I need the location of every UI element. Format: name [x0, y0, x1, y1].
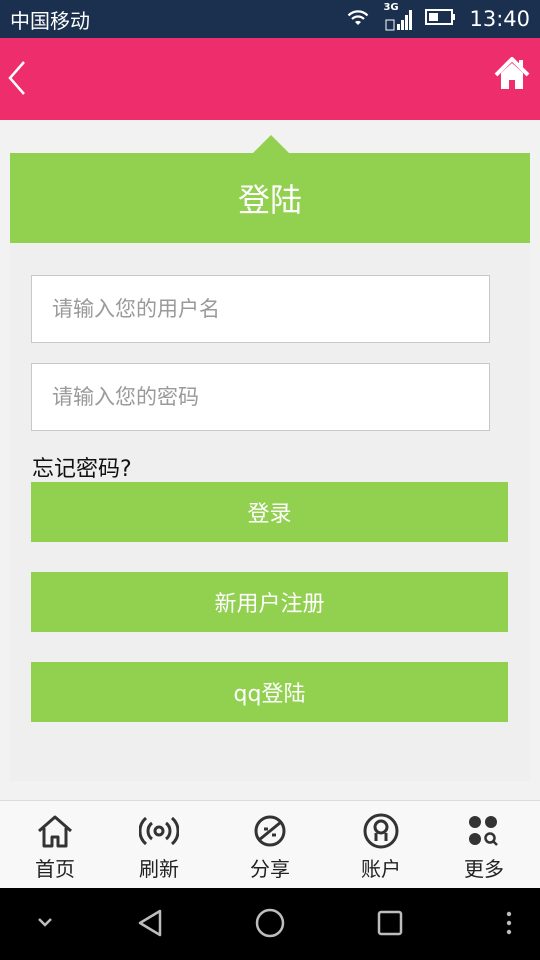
home-icon: [494, 57, 530, 89]
back-triangle-icon[interactable]: [136, 908, 164, 938]
tab-home[interactable]: 首页: [10, 801, 100, 889]
network-type-label: 3G: [383, 2, 399, 13]
login-card: 登陆 忘记密码? 登录 新用户注册 qq登陆: [10, 135, 530, 781]
tab-label: 刷新: [139, 857, 179, 881]
tab-label: 账户: [361, 857, 401, 881]
status-bar: 中国移动 3G 13:40: [0, 0, 540, 38]
forgot-password-link[interactable]: 忘记密码?: [32, 451, 132, 483]
tab-label: 分享: [250, 857, 290, 881]
tab-account[interactable]: 账户: [336, 801, 426, 889]
battery-icon: [425, 7, 457, 31]
recents-square-icon[interactable]: [376, 909, 404, 937]
more-icon: [469, 816, 498, 846]
tab-label: 首页: [35, 857, 75, 881]
home-circle-icon[interactable]: [254, 907, 286, 939]
back-button[interactable]: [4, 56, 34, 100]
overflow-dots-icon[interactable]: [504, 910, 514, 936]
tab-label: 更多: [464, 857, 504, 881]
clock-time: 13:40: [469, 7, 530, 31]
password-input[interactable]: [31, 363, 490, 431]
card-notch: [253, 135, 289, 153]
refresh-broadcast-icon: [139, 816, 179, 846]
wifi-icon: [345, 7, 371, 32]
carrier-name: 中国移动: [10, 8, 90, 33]
tab-refresh[interactable]: 刷新: [114, 801, 204, 889]
app-header: [0, 38, 540, 120]
home-button[interactable]: [494, 55, 530, 95]
qq-login-button[interactable]: qq登陆: [31, 662, 508, 722]
signal-icon: 3G: [383, 2, 413, 32]
status-icons: 3G 13:40: [345, 2, 530, 32]
bottom-tab-bar: 首页 刷新 分享 账户 更多: [0, 800, 540, 888]
login-button[interactable]: 登录: [31, 482, 508, 542]
system-nav-bar: [0, 888, 540, 960]
chevron-left-icon: [8, 61, 25, 95]
home-icon: [38, 815, 72, 848]
tab-share[interactable]: 分享: [225, 801, 315, 889]
register-button[interactable]: 新用户注册: [31, 572, 508, 632]
share-planet-icon: [254, 815, 286, 847]
tab-more[interactable]: 更多: [439, 801, 529, 889]
username-input[interactable]: [31, 275, 490, 343]
chevron-down-icon[interactable]: [36, 916, 54, 930]
login-title: 登陆: [10, 153, 530, 243]
account-icon: [363, 813, 399, 849]
